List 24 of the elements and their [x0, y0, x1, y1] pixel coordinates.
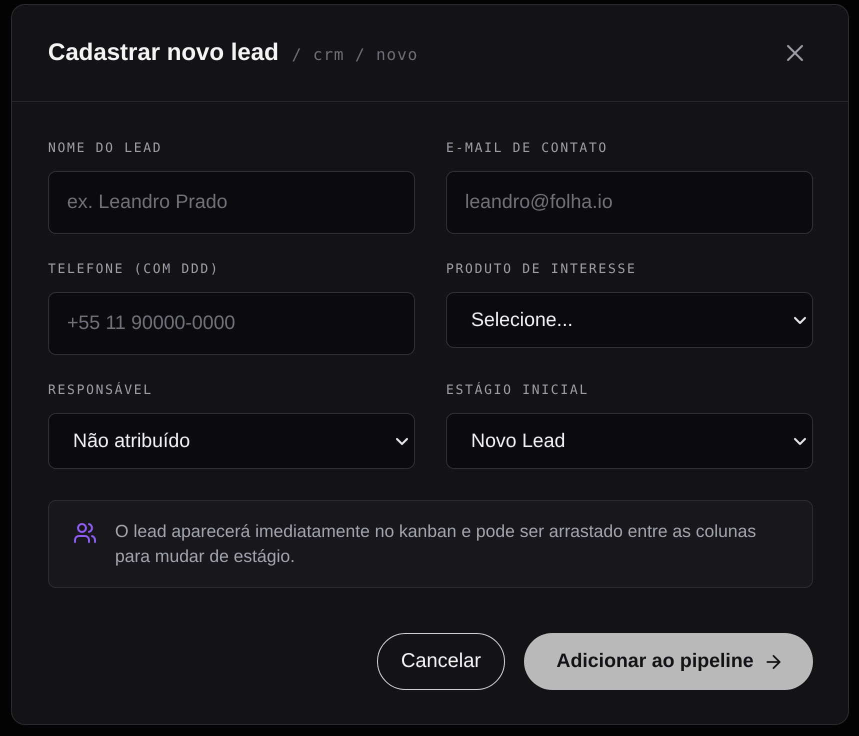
users-icon: [74, 523, 96, 543]
field-label: E-MAIL DE CONTATO: [446, 141, 608, 157]
dialog-title: Cadastrar novo lead: [48, 39, 279, 67]
close-button[interactable]: [787, 45, 803, 61]
select-field[interactable]: Não atribuído: [48, 413, 415, 469]
chevron-down-icon: [794, 316, 806, 324]
field-label: PRODUTO DE INTERESSE: [446, 262, 637, 278]
close-icon: [787, 45, 803, 61]
select-field[interactable]: Novo Lead: [446, 413, 813, 469]
input-field[interactable]: leandro@folha.io: [446, 171, 813, 234]
chevron-down-icon: [396, 438, 408, 444]
cancel-button[interactable]: Cancelar: [377, 633, 505, 690]
select-field[interactable]: Selecione...: [446, 292, 813, 348]
chevron-down-icon: [794, 438, 806, 444]
breadcrumb: / crm / novo: [292, 45, 418, 64]
input-field[interactable]: +55 11 90000-0000: [48, 292, 415, 355]
add-button[interactable]: Adicionar ao pipeline: [524, 633, 813, 690]
field-label: RESPONSÁVEL: [48, 383, 153, 399]
info-text: O lead aparecerá imediatamente no kanban e pode ser arrastado entre as colunas para mudar de estágio.: [115, 520, 758, 568]
arrow-right-icon: [766, 654, 781, 668]
input-field[interactable]: ex. Leandro Prado: [48, 171, 415, 234]
field-label: NOME DO LEAD: [48, 141, 162, 157]
field-label: TELEFONE (COM DDD): [48, 262, 220, 278]
field-label: ESTÁGIO INICIAL: [446, 383, 589, 399]
